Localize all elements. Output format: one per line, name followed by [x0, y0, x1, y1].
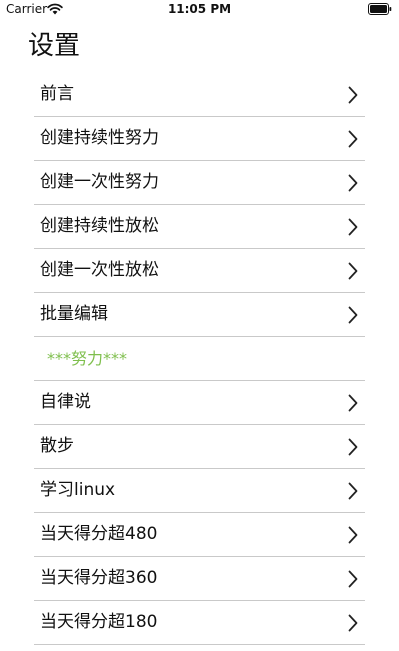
chevron-right-icon [348, 526, 358, 544]
list-item-label: 当天得分超480 [40, 524, 158, 544]
section-header: ***努力*** [34, 337, 365, 381]
chevron-right-icon [348, 218, 358, 236]
list-item[interactable]: 自律说 [34, 381, 365, 425]
list-item[interactable]: 批量编辑 [34, 293, 365, 337]
chevron-right-icon [348, 438, 358, 456]
list-item-label: 当天得分超360 [40, 568, 158, 588]
list-item-label: 前言 [40, 84, 74, 104]
list-item[interactable]: 散步 [34, 425, 365, 469]
list-item[interactable]: 当天得分超480 [34, 513, 365, 557]
list-item[interactable]: 创建持续性努力 [34, 117, 365, 161]
battery-icon [368, 3, 392, 15]
list-item-label: 学习linux [40, 480, 116, 500]
list-item-label: 自律说 [40, 392, 91, 412]
list-item[interactable]: 学习linux [34, 469, 365, 513]
list-item[interactable]: 创建一次性放松 [34, 249, 365, 293]
section-header-label: ***努力*** [47, 349, 128, 368]
page-title: 设置 [28, 31, 81, 61]
chevron-right-icon [348, 482, 358, 500]
chevron-right-icon [348, 130, 358, 148]
list-item-label: 当天得分超180 [40, 612, 158, 632]
status-bar: Carrier 11:05 PM [0, 0, 399, 20]
list-item[interactable]: 当天得分超360 [34, 557, 365, 601]
chevron-right-icon [348, 86, 358, 104]
list-item[interactable]: 创建持续性放松 [34, 205, 365, 249]
chevron-right-icon [348, 570, 358, 588]
settings-list: 前言创建持续性努力 创建一次性努力 创建持续性放松 创建一次性放松 批量编辑 ***努力*… [34, 73, 365, 645]
status-time: 11:05 PM [167, 2, 232, 16]
chevron-right-icon [348, 174, 358, 192]
list-item-label: 创建一次性努力 [40, 172, 159, 192]
chevron-right-icon [348, 614, 358, 632]
list-item[interactable]: 当天得分超180 [34, 601, 365, 645]
list-item-label: 散步 [40, 436, 74, 456]
chevron-right-icon [348, 394, 358, 412]
list-item-label: 创建一次性放松 [40, 260, 159, 280]
chevron-right-icon [348, 262, 358, 280]
list-item-label: 创建持续性放松 [40, 216, 159, 236]
list-item-label: 创建持续性努力 [40, 128, 159, 148]
chevron-right-icon [348, 306, 358, 324]
list-item[interactable]: 创建一次性努力 [34, 161, 365, 205]
list-item-label: 批量编辑 [40, 304, 108, 324]
settings-screen: Carrier 11:05 PM 设置 前言创建持续性努力 创建一次性努力 创建持续… [0, 0, 399, 651]
list-item[interactable]: 前言 [34, 73, 365, 117]
